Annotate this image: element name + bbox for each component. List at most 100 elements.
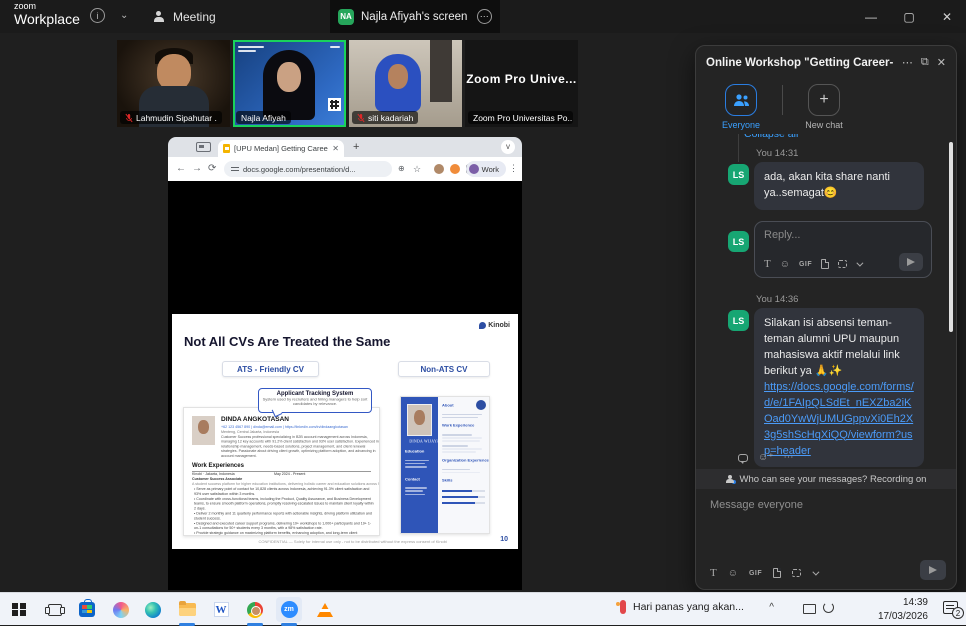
- attach-file-icon[interactable]: [821, 259, 829, 269]
- emoji-icon[interactable]: ☺: [780, 259, 790, 270]
- chevron-down-icon[interactable]: [813, 568, 820, 575]
- zoom-app-button[interactable]: zm: [276, 597, 302, 622]
- chat-header: Online Workshop "Getting Career-Ready: U…: [696, 46, 956, 79]
- format-icon[interactable]: T: [764, 258, 771, 270]
- edge-button[interactable]: [140, 597, 166, 622]
- participant-name-label: Najla Afiyah: [236, 111, 291, 124]
- collapse-all-link[interactable]: Collapse all: [744, 134, 798, 140]
- avatar[interactable]: LS: [728, 231, 749, 252]
- reply-placeholder: Reply...: [764, 229, 922, 241]
- gif-icon[interactable]: GIF: [799, 261, 812, 268]
- tab-everyone[interactable]: Everyone: [712, 84, 770, 130]
- date: 17/03/2026: [878, 610, 928, 624]
- microsoft-store-button[interactable]: [74, 597, 100, 622]
- avatar[interactable]: LS: [728, 310, 749, 331]
- skill-bar: [442, 502, 485, 505]
- close-button[interactable]: ✕: [928, 0, 966, 33]
- vlc-button[interactable]: [312, 597, 338, 622]
- qr-code: [328, 98, 341, 111]
- notification-center-button[interactable]: 2: [943, 601, 958, 614]
- browser-profile-button[interactable]: Work: [466, 161, 506, 177]
- file-explorer-button[interactable]: [174, 597, 200, 622]
- send-button[interactable]: [899, 253, 923, 271]
- site-settings-icon[interactable]: [231, 165, 239, 173]
- attach-file-icon[interactable]: [773, 568, 781, 578]
- chat-popout-icon[interactable]: ⧉: [921, 56, 929, 69]
- participant-video-lahmudin[interactable]: Lahmudin Sipahutar .: [117, 40, 230, 127]
- reload-icon[interactable]: ⟳: [208, 163, 216, 174]
- start-button[interactable]: [6, 597, 32, 622]
- privacy-person-icon: [726, 475, 734, 484]
- back-icon[interactable]: ←: [176, 163, 186, 174]
- more-actions-icon[interactable]: ⋯: [784, 452, 795, 463]
- google-slides-icon: [223, 144, 230, 153]
- send-button[interactable]: [920, 560, 946, 580]
- reply-in-thread-icon[interactable]: [738, 454, 748, 462]
- tab-meeting[interactable]: Meeting: [152, 0, 216, 33]
- chat-scrollbar[interactable]: [949, 142, 953, 332]
- presentation-viewport: Kinobi Not All CVs Are Treated the Same …: [168, 181, 522, 590]
- screenshot-icon[interactable]: [838, 260, 847, 268]
- chat-more-icon[interactable]: ⋯: [902, 56, 913, 69]
- avatar[interactable]: LS: [728, 164, 749, 185]
- slide-page-number: 10: [500, 536, 508, 543]
- kinobi-logo-icon: [479, 322, 486, 329]
- word-icon: W: [214, 602, 229, 617]
- copilot-button[interactable]: [108, 597, 134, 622]
- browser-menu-icon[interactable]: ⋮: [509, 163, 518, 174]
- participant-name-label: siti kadariah: [352, 111, 418, 124]
- word-button[interactable]: W: [208, 597, 234, 622]
- chat-close-icon[interactable]: ✕: [937, 56, 946, 69]
- chat-message-list[interactable]: Collapse all You 14:31 LS ada, akan kita…: [696, 134, 956, 469]
- absensi-form-link[interactable]: https://docs.google.com/forms/d/e/1FAIpQ…: [764, 381, 914, 457]
- people-icon: [733, 93, 750, 107]
- zoom-page-icon[interactable]: ⊕: [398, 164, 405, 173]
- screenshot-icon[interactable]: [792, 569, 801, 577]
- participant-video-zoom-pro[interactable]: Zoom Pro Unive... Zoom Pro Universitas P…: [465, 40, 578, 127]
- task-view-button[interactable]: [42, 597, 68, 622]
- gif-icon[interactable]: GIF: [749, 570, 762, 577]
- restore-button[interactable]: ▢: [890, 0, 928, 33]
- zoom-workplace-logo: zoom Workplace: [14, 2, 80, 26]
- chat-message[interactable]: Silakan isi absensi teman-teman alumni U…: [754, 308, 924, 467]
- tab-strip-chevron-icon[interactable]: v: [501, 140, 515, 154]
- new-chat-button[interactable]: + New chat: [795, 84, 853, 130]
- non-ats-cv-example: DINDA WIJAYA Education Contact About Wor…: [400, 396, 490, 534]
- browser-tab[interactable]: [UPU Medan] Getting Career- ✕: [218, 140, 344, 157]
- tray-chevron-icon[interactable]: ^: [769, 602, 774, 613]
- new-tab-icon[interactable]: +: [353, 141, 359, 153]
- reply-input[interactable]: Reply... T ☺ GIF: [754, 221, 932, 278]
- chat-message[interactable]: ada, akan kita share nanti ya..semagat😊: [754, 162, 924, 210]
- tab-search-icon[interactable]: [196, 142, 211, 152]
- chevron-down-icon[interactable]: ⌄: [120, 10, 128, 21]
- info-icon[interactable]: i: [90, 8, 105, 23]
- extension-icon[interactable]: [434, 164, 444, 174]
- display-tray-icon[interactable]: [803, 604, 816, 614]
- weather-widget[interactable]: Hari panas yang akan...: [620, 600, 744, 614]
- compose-area[interactable]: Message everyone T ☺ GIF: [696, 489, 956, 589]
- tab-najla-screen[interactable]: NA Najla Afiyah's screen ⋯: [330, 0, 500, 33]
- update-tray-icon[interactable]: [823, 602, 834, 613]
- ats-friendly-cv-example: DINDA ANGKOTASAN +62 123 4567 890 | dind…: [183, 407, 380, 536]
- extension-icon[interactable]: [450, 164, 460, 174]
- minimize-button[interactable]: —: [852, 0, 890, 33]
- chrome-button[interactable]: [242, 597, 268, 622]
- add-reaction-icon[interactable]: ☺⁺: [758, 452, 774, 463]
- forward-icon[interactable]: →: [192, 163, 202, 174]
- clock[interactable]: 14:39 17/03/2026: [878, 596, 928, 623]
- bookmark-star-icon[interactable]: ☆: [413, 164, 421, 175]
- participant-video-najla[interactable]: Najla Afiyah: [233, 40, 346, 127]
- tab-options-icon[interactable]: ⋯: [477, 9, 492, 24]
- address-bar[interactable]: docs.google.com/presentation/d...: [224, 161, 392, 177]
- tab-close-icon[interactable]: ✕: [332, 144, 339, 153]
- participant-video-siti[interactable]: siti kadariah: [349, 40, 462, 127]
- cv-photo: [407, 404, 432, 436]
- chevron-down-icon[interactable]: [857, 259, 864, 266]
- format-icon[interactable]: T: [710, 567, 717, 579]
- emoji-icon[interactable]: ☺: [728, 568, 738, 579]
- privacy-bar[interactable]: Who can see your messages? Recording on: [696, 469, 956, 489]
- slide-title: Not All CVs Are Treated the Same: [184, 334, 390, 349]
- participant-name-label: Zoom Pro Universitas Po...: [468, 111, 573, 124]
- slide-confidential-footer: CONFIDENTIAL — Solely for internal use o…: [259, 540, 432, 545]
- vlc-icon: [317, 603, 333, 617]
